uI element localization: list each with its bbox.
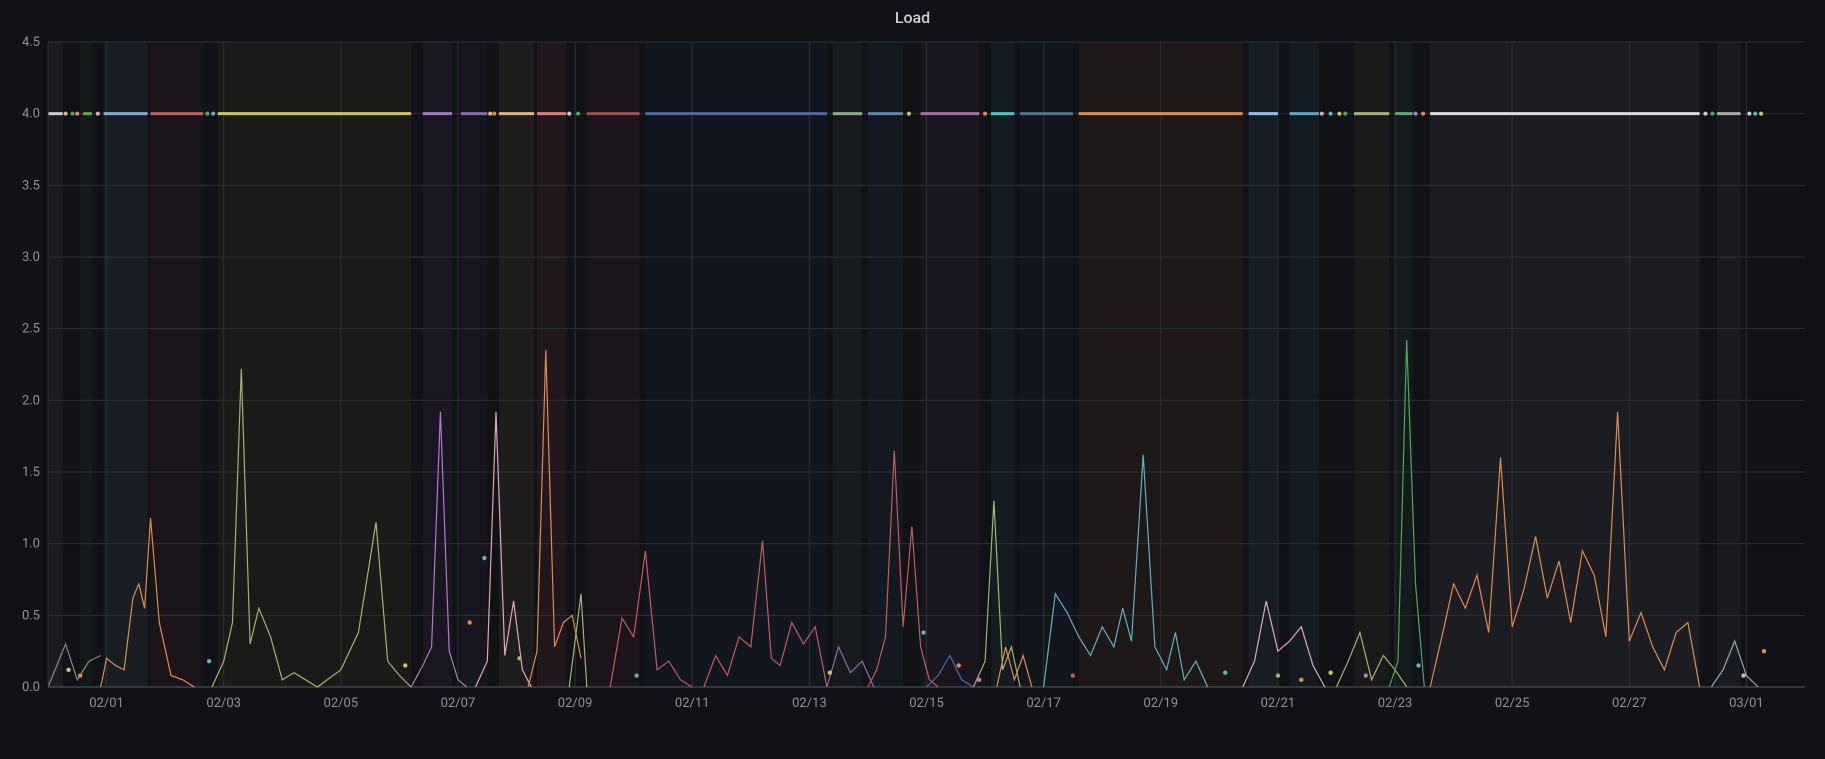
- top-point: [488, 112, 492, 116]
- y-tick-label: 1.5: [22, 465, 40, 480]
- data-point: [66, 668, 70, 672]
- x-tick-label: 02/01: [89, 696, 124, 711]
- x-tick-label: 02/03: [206, 696, 241, 711]
- data-point: [517, 656, 521, 660]
- x-tick-label: 02/13: [792, 696, 827, 711]
- top-point: [64, 112, 68, 116]
- annotation-region: [645, 42, 827, 687]
- chart-svg[interactable]: 0.0 0.5 1.0 1.5 2.0 2.5 3.0 3.5 4.0 4.5 02/01 02/03…: [0, 32, 1825, 727]
- top-point: [492, 112, 496, 116]
- data-point: [482, 556, 486, 560]
- data-point: [977, 678, 981, 682]
- annotation-region: [1354, 42, 1389, 687]
- top-point: [211, 112, 215, 116]
- top-point: [567, 112, 571, 116]
- y-tick-label: 4.0: [22, 107, 40, 122]
- annotation-region: [150, 42, 203, 687]
- top-point: [1343, 112, 1347, 116]
- top-point: [1759, 112, 1763, 116]
- annotation-region: [104, 42, 148, 687]
- annotation-region: [1290, 42, 1319, 687]
- annotation-region: [868, 42, 903, 687]
- data-point: [1364, 673, 1368, 677]
- annotation-region: [1020, 42, 1073, 687]
- data-point: [1741, 673, 1745, 677]
- data-point: [828, 670, 832, 674]
- x-tick-label: 02/25: [1495, 696, 1530, 711]
- data-point: [957, 663, 961, 667]
- data-point: [634, 673, 638, 677]
- y-tick-label: 3.0: [22, 250, 40, 265]
- top-point: [1320, 112, 1324, 116]
- annotation-region: [499, 42, 534, 687]
- top-point: [71, 112, 75, 116]
- x-tick-label: 02/23: [1378, 696, 1413, 711]
- y-tick-label: 1.0: [22, 537, 40, 552]
- series-s-olive-2[interactable]: [569, 594, 587, 687]
- plot-area[interactable]: 0.0 0.5 1.0 1.5 2.0 2.5 3.0 3.5 4.0 4.5 02/01 02/03…: [0, 32, 1825, 727]
- data-point: [78, 673, 82, 677]
- data-point: [467, 620, 471, 624]
- x-tick-label: 02/19: [1143, 696, 1178, 711]
- x-tick-label: 02/17: [1026, 696, 1061, 711]
- annotation-region: [587, 42, 640, 687]
- annotation-region: [80, 42, 92, 687]
- annotation-region: [461, 42, 487, 687]
- x-tick-label: 02/07: [441, 696, 476, 711]
- data-point: [1762, 649, 1766, 653]
- data-point: [1276, 673, 1280, 677]
- y-tick-label: 0.5: [22, 608, 40, 623]
- y-tick-label: 2.5: [22, 322, 40, 337]
- data-point: [1223, 670, 1227, 674]
- top-point: [75, 112, 79, 116]
- annotation-region: [991, 42, 1014, 687]
- annotation-region: [537, 42, 566, 687]
- top-point: [96, 112, 100, 116]
- y-tick-label: 3.5: [22, 178, 40, 193]
- top-point: [1337, 112, 1341, 116]
- annotation-region: [48, 42, 63, 687]
- y-tick-label: 0.0: [22, 680, 40, 695]
- top-point: [1421, 112, 1425, 116]
- top-point: [576, 112, 580, 116]
- top-point: [1753, 112, 1757, 116]
- annotation-region: [1249, 42, 1278, 687]
- data-point: [921, 630, 925, 634]
- top-point: [983, 112, 987, 116]
- top-point: [1747, 112, 1751, 116]
- annotation-region: [921, 42, 980, 687]
- data-point: [1328, 670, 1332, 674]
- x-tick-label: 02/21: [1261, 696, 1296, 711]
- x-tick-label: 02/09: [558, 696, 593, 711]
- chart-panel: Load 0.0 0.5 1.0 1.5 2.0 2.5 3.0 3.5 4.0 4.5 02/01…: [0, 0, 1825, 759]
- top-point: [1703, 112, 1707, 116]
- x-tick-label: 02/27: [1612, 696, 1647, 711]
- data-point: [403, 663, 407, 667]
- x-tick-label: 02/11: [675, 696, 710, 711]
- x-tick-label: 02/15: [909, 696, 944, 711]
- top-point: [205, 112, 209, 116]
- top-point: [1710, 112, 1714, 116]
- data-point: [1071, 673, 1075, 677]
- annotation-region: [1717, 42, 1740, 687]
- data-point: [207, 659, 211, 663]
- chart-title: Load: [0, 0, 1825, 32]
- top-point: [1329, 112, 1333, 116]
- top-point: [907, 112, 911, 116]
- y-tick-label: 2.0: [22, 393, 40, 408]
- y-tick-label: 4.5: [22, 35, 40, 50]
- annotation-region: [1395, 42, 1413, 687]
- annotation-region: [833, 42, 862, 687]
- x-tick-label: 03/01: [1729, 696, 1764, 711]
- annotation-region: [423, 42, 452, 687]
- data-point: [1299, 678, 1303, 682]
- data-point: [1416, 663, 1420, 667]
- x-tick-label: 02/05: [324, 696, 359, 711]
- top-point: [1414, 112, 1418, 116]
